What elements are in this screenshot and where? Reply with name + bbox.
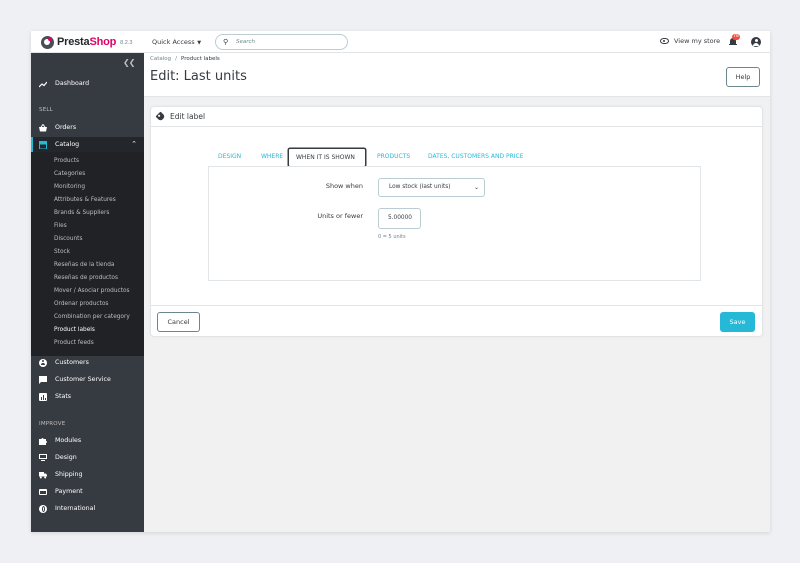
submenu-item-store-reviews[interactable]: Reseñas de la tienda (54, 262, 114, 268)
sidebar-item-customers[interactable]: Customers (31, 355, 144, 370)
breadcrumb-catalog[interactable]: Catalog (150, 56, 171, 62)
section-improve: IMPROVE (39, 421, 66, 427)
submenu-item-monitoring[interactable]: Monitoring (54, 184, 85, 190)
search-placeholder: Search (236, 39, 256, 45)
submenu-item-brands[interactable]: Brands & Suppliers (54, 210, 109, 216)
submenu-item-move-products[interactable]: Mover / Asociar productos (54, 288, 130, 294)
tag-icon (155, 111, 166, 122)
submenu-item-attributes[interactable]: Attributes & Features (54, 197, 116, 203)
sidebar-label: Payment (55, 488, 83, 495)
units-hint: 0 = 5 units (378, 234, 406, 240)
sidebar-item-shipping[interactable]: Shipping (31, 467, 144, 482)
sidebar-label: Customer Service (55, 376, 111, 383)
prestashop-logo[interactable]: PrestaShop 8.2.3 (41, 35, 132, 49)
sidebar-item-stats[interactable]: Stats (31, 389, 144, 404)
breadcrumb-current: Product labels (180, 56, 220, 62)
basket-icon (39, 123, 47, 132)
tab-dates-customers-price[interactable]: DATES, CUSTOMERS AND PRICE (421, 148, 531, 167)
sidebar-label: Modules (55, 437, 82, 444)
sidebar-label: International (55, 505, 96, 512)
monitor-icon (39, 453, 47, 462)
tab-design[interactable]: DESIGN (211, 148, 248, 167)
account-circle-icon (39, 358, 47, 367)
breadcrumb: Catalog / Product labels (150, 56, 220, 62)
submenu-item-sort-products[interactable]: Ordenar productos (54, 301, 108, 307)
notification-badge: 78 (732, 34, 740, 40)
view-store-link[interactable]: View my store (660, 37, 720, 45)
chevron-up-icon: ⌃ (131, 140, 137, 148)
show-when-select[interactable]: Low stock (last units) ⌄ (378, 178, 485, 197)
sidebar-label: Customers (55, 359, 89, 366)
sidebar-item-orders[interactable]: Orders (31, 120, 144, 135)
sidebar-label: Dashboard (55, 80, 90, 87)
user-avatar-icon[interactable] (751, 37, 761, 47)
version-label: 8.2.3 (120, 39, 133, 46)
sidebar-label: Catalog (55, 141, 80, 148)
tab-products[interactable]: PRODUCTS (370, 148, 417, 167)
help-button[interactable]: Help (726, 67, 760, 87)
credit-card-icon (39, 488, 47, 496)
tab-content: Show when Low stock (last units) ⌄ Units… (208, 166, 701, 281)
quick-access-label: Quick Access (152, 38, 195, 46)
caret-down-icon: ▼ (195, 40, 202, 46)
submenu-item-categories[interactable]: Categories (54, 171, 85, 177)
card-footer: Cancel Save (151, 305, 762, 336)
app-window: PrestaShop 8.2.3 Quick Access ▼ ⚲ Search… (31, 31, 770, 532)
store-icon (39, 140, 47, 149)
sidebar-item-catalog[interactable]: Catalog ⌃ (31, 137, 144, 152)
cancel-button[interactable]: Cancel (157, 312, 200, 332)
search-input[interactable]: ⚲ Search (215, 34, 348, 50)
chevron-down-icon: ⌄ (473, 184, 479, 191)
sidebar-item-customer-service[interactable]: Customer Service (31, 372, 144, 387)
sidebar-label: Orders (55, 124, 77, 131)
top-header: PrestaShop 8.2.3 Quick Access ▼ ⚲ Search… (31, 31, 770, 53)
page-header: Catalog / Product labels Edit: Last units … (144, 53, 770, 97)
card-header: Edit label (151, 107, 762, 127)
puffin-logo-icon (41, 35, 54, 49)
chat-icon (39, 375, 47, 384)
catalog-submenu: Products Categories Monitoring Attribute… (31, 152, 144, 356)
collapse-sidebar-icon[interactable]: ❮❮ (123, 58, 135, 67)
submenu-item-product-labels[interactable]: Product labels (54, 327, 95, 333)
bar-chart-icon (39, 392, 47, 401)
sidebar-item-payment[interactable]: Payment (31, 484, 144, 499)
sidebar-item-dashboard[interactable]: Dashboard (31, 76, 144, 91)
quick-access-dropdown[interactable]: Quick Access ▼ (152, 38, 201, 46)
sidebar-label: Design (55, 454, 77, 461)
submenu-item-products[interactable]: Products (54, 158, 79, 164)
main-content: Catalog / Product labels Edit: Last units … (144, 53, 770, 532)
sidebar: ❮❮ Dashboard SELL Orders Catalog ⌃ Produ… (31, 53, 144, 532)
puzzle-icon (39, 437, 47, 445)
show-when-value: Low stock (last units) (389, 184, 451, 190)
edit-label-card: Edit label DESIGN WHERE WHEN IT IS SHOWN… (150, 106, 763, 337)
sidebar-item-design[interactable]: Design (31, 450, 144, 465)
section-sell: SELL (39, 107, 53, 113)
sidebar-label: Shipping (55, 471, 83, 478)
submenu-item-product-feeds[interactable]: Product feeds (54, 340, 94, 346)
save-button[interactable]: Save (720, 312, 755, 332)
units-input[interactable]: 5.00000 (378, 208, 421, 229)
view-store-label: View my store (674, 37, 721, 45)
truck-icon (39, 471, 47, 479)
submenu-item-combination[interactable]: Combination per category (54, 314, 130, 320)
sidebar-item-modules[interactable]: Modules (31, 433, 144, 448)
card-title: Edit label (170, 112, 206, 121)
search-icon: ⚲ (223, 38, 229, 46)
brand-name: PrestaShop (57, 36, 117, 48)
page-title: Edit: Last units (150, 69, 247, 84)
submenu-item-files[interactable]: Files (54, 223, 67, 229)
tab-where[interactable]: WHERE (254, 148, 290, 167)
sidebar-label: Stats (55, 393, 72, 400)
submenu-item-product-reviews[interactable]: Reseñas de productos (54, 275, 118, 281)
trending-up-icon (38, 80, 48, 88)
show-when-label: Show when (325, 182, 363, 190)
eye-icon (660, 38, 669, 44)
breadcrumb-separator: / (175, 56, 177, 62)
submenu-item-stock[interactable]: Stock (54, 249, 70, 255)
tab-when-it-is-shown[interactable]: WHEN IT IS SHOWN (288, 148, 366, 167)
sidebar-item-international[interactable]: International (31, 501, 144, 516)
submenu-item-discounts[interactable]: Discounts (54, 236, 82, 242)
globe-icon (39, 504, 47, 513)
units-label: Units or fewer (317, 212, 363, 220)
